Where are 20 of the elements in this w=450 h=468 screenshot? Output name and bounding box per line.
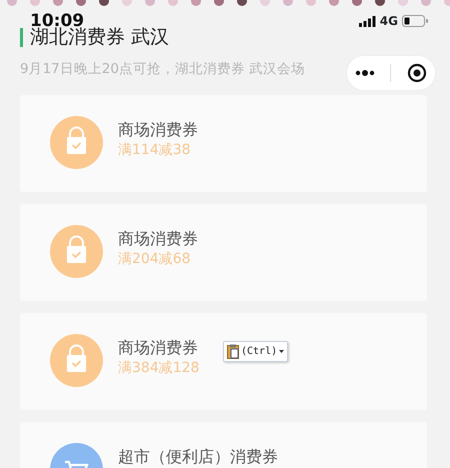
coupon-amount: 满114减38 (118, 142, 192, 159)
close-icon[interactable] (407, 63, 428, 83)
coupon-card[interactable]: 商场消费券 满204减68 (20, 204, 427, 302)
clipboard-icon (227, 344, 239, 359)
coupon-name: 商场消费券 (118, 339, 199, 357)
page-title: 湖北消费券 武汉 (20, 28, 170, 47)
battery-icon (402, 15, 428, 27)
coupon-amount: 满384减128 (118, 360, 200, 377)
paste-options-button[interactable]: (Ctrl) (223, 341, 288, 362)
page-subtitle: 9月17日晚上20点可抢，湖北消费券 武汉会场 (20, 60, 306, 79)
coupon-name: 商场消费券 (118, 230, 198, 248)
coupon-amount: 满204减68 (118, 250, 192, 268)
network-label: 4G (380, 13, 398, 30)
caret-icon (279, 350, 284, 353)
coupon-name: 商场消费券 (118, 121, 198, 139)
signal-icon (358, 16, 376, 26)
more-icon[interactable] (354, 69, 375, 77)
coupon-card[interactable]: 商场消费券 满114减38 (20, 95, 427, 192)
coupon-name: 超市（便利店）消费券 (118, 448, 278, 466)
coupon-card[interactable]: 超市（便利店）消费券 (20, 422, 427, 468)
